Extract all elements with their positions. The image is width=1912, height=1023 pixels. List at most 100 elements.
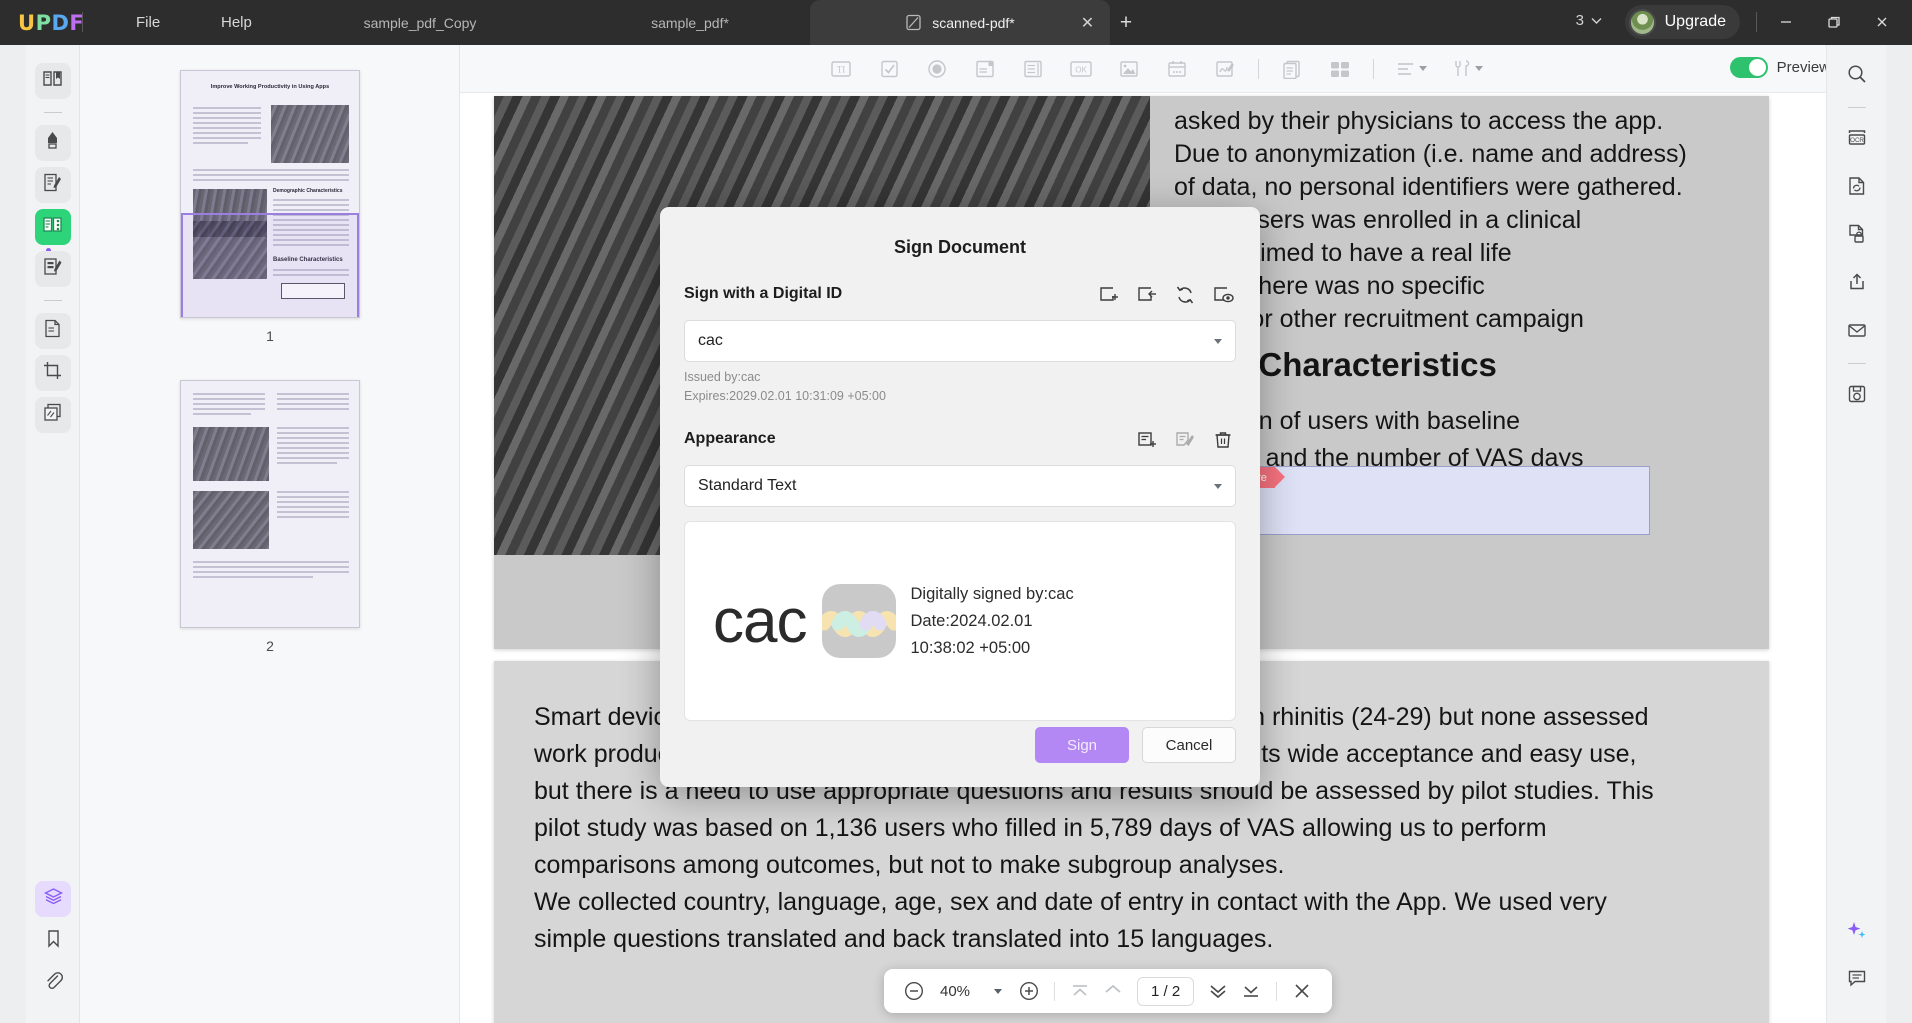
thumbnail-page-1[interactable]: Improve Working Productivity in Using Ap…: [80, 70, 459, 344]
sidebar-item-layers[interactable]: [35, 881, 71, 917]
protect-button[interactable]: [1838, 217, 1876, 255]
highlighter-icon: [42, 130, 63, 156]
menu-file[interactable]: File: [130, 12, 166, 33]
text-field-tool[interactable]: TI: [821, 52, 861, 86]
doc-line: asked by their physicians to access the …: [1174, 107, 1664, 135]
last-page-button[interactable]: [1236, 976, 1266, 1006]
dropdown-tool[interactable]: [965, 52, 1005, 86]
sidebar-item-attachments[interactable]: [35, 965, 71, 1001]
image-field-tool[interactable]: [1109, 52, 1149, 86]
page-thumbnail-panel[interactable]: Improve Working Productivity in Using Ap…: [80, 45, 460, 1023]
previous-page-button[interactable]: [1098, 976, 1128, 1006]
sidebar-item-organize-pages[interactable]: [34, 209, 71, 245]
preview-toggle[interactable]: Preview: [1729, 57, 1830, 78]
zoom-out-button[interactable]: [899, 976, 929, 1006]
upgrade-button[interactable]: Upgrade: [1624, 5, 1740, 39]
view-id-icon[interactable]: [1210, 282, 1236, 308]
bookmark-icon: [43, 928, 64, 954]
thumbnail-selection-box: [181, 213, 359, 317]
close-zoombar-button[interactable]: [1287, 976, 1317, 1006]
crop-icon: [42, 360, 63, 386]
add-appearance-icon[interactable]: [1134, 427, 1160, 453]
zoom-in-button[interactable]: [1014, 976, 1044, 1006]
radio-button-tool[interactable]: [917, 52, 957, 86]
maximize-button[interactable]: [1816, 9, 1852, 35]
updf-application-window: UPDF File Help sample_pdf_Copy sample_pd…: [0, 0, 1912, 1023]
signature-form-field[interactable]: Sign Here: [1210, 466, 1650, 535]
chevron-down-icon: [1214, 338, 1222, 344]
tab-scanned-pdf[interactable]: scanned-pdf* ✕: [810, 0, 1110, 45]
tab-sample-pdf[interactable]: sample_pdf*: [590, 0, 790, 45]
list-box-tool[interactable]: [1013, 52, 1053, 86]
sidebar-item-crop[interactable]: [34, 355, 71, 391]
refresh-id-icon[interactable]: [1172, 282, 1198, 308]
save-button[interactable]: [1838, 377, 1876, 415]
next-page-button[interactable]: [1203, 976, 1233, 1006]
left-edge-strip: [0, 45, 26, 1023]
sidebar-item-comment[interactable]: [34, 125, 71, 161]
updf-logo: UPDF: [18, 11, 85, 35]
doc-line: of data, no personal identifiers were ga…: [1174, 173, 1683, 201]
page-indicator[interactable]: 1 / 2: [1137, 976, 1195, 1006]
edit-pdf-icon: [42, 172, 63, 198]
checkbox-tool[interactable]: [869, 52, 909, 86]
title-bar: UPDF File Help sample_pdf_Copy sample_pd…: [0, 0, 1912, 45]
signature-preview: cac Digitally signed by:cac Date:2024.02…: [684, 521, 1236, 721]
create-id-icon[interactable]: [1096, 282, 1122, 308]
toolbar-divider-2: [1373, 58, 1374, 79]
sidebar-item-bookmarks[interactable]: [35, 923, 71, 959]
date-field-tool[interactable]: [1157, 52, 1197, 86]
zoom-level-value[interactable]: 40%: [932, 983, 978, 1000]
sidebar-item-page-tools[interactable]: [34, 313, 71, 349]
form-settings-tool[interactable]: [1443, 52, 1491, 86]
sign-button[interactable]: Sign: [1035, 727, 1129, 763]
compress-icon: [42, 402, 63, 428]
comments-panel-button[interactable]: [1838, 961, 1876, 999]
sidebar-item-prepare-form[interactable]: [34, 251, 71, 287]
tab-sample-pdf-copy[interactable]: sample_pdf_Copy: [310, 0, 530, 45]
digital-id-select[interactable]: cac: [684, 320, 1236, 362]
share-button[interactable]: [1838, 265, 1876, 303]
align-tool[interactable]: [1387, 52, 1435, 86]
search-button[interactable]: [1838, 57, 1876, 95]
signature-field-tool[interactable]: [1205, 52, 1245, 86]
window-close-button[interactable]: [1864, 9, 1900, 35]
left-rail-bottom-group: [26, 881, 80, 1007]
save-icon: [1846, 383, 1868, 410]
chevron-down-icon: [1474, 66, 1483, 71]
ai-assistant-button[interactable]: [1838, 913, 1876, 951]
sidebar-item-batch[interactable]: [34, 397, 71, 433]
signature-details: Digitally signed by:cac Date:2024.02.01 …: [910, 581, 1073, 662]
convert-button[interactable]: [1838, 169, 1876, 207]
page-properties-tool[interactable]: [1272, 52, 1312, 86]
thumbnail-heading-1: Demographic Characteristics: [273, 188, 343, 194]
toggle-switch[interactable]: [1729, 57, 1768, 78]
tab-count-value: 3: [1575, 12, 1584, 29]
minimize-button[interactable]: [1768, 9, 1804, 35]
email-button[interactable]: [1838, 313, 1876, 351]
tab-order-tool[interactable]: [1320, 52, 1360, 86]
preview-label: Preview: [1776, 59, 1830, 76]
cancel-button[interactable]: Cancel: [1142, 727, 1236, 763]
appearance-select[interactable]: Standard Text: [684, 465, 1236, 507]
push-button-tool[interactable]: OK: [1061, 52, 1101, 86]
tab-count-dropdown[interactable]: 3: [1576, 12, 1602, 29]
thumbnail-page-number: 2: [266, 638, 274, 654]
form-toolbar: TI OK Preview: [460, 45, 1852, 93]
zoom-dropdown-button[interactable]: [981, 976, 1011, 1006]
digital-id-value: cac: [698, 332, 723, 349]
right-rail-divider-2: [1847, 363, 1866, 364]
close-icon[interactable]: ✕: [1079, 14, 1096, 32]
sidebar-item-edit-pdf[interactable]: [34, 167, 71, 203]
thumbnail-image: [180, 380, 360, 628]
import-id-icon[interactable]: [1134, 282, 1160, 308]
thumbnail-page-2[interactable]: 2: [80, 380, 459, 654]
layers-icon: [43, 886, 64, 912]
new-tab-button[interactable]: +: [1114, 11, 1138, 35]
delete-appearance-icon[interactable]: [1210, 427, 1236, 453]
sidebar-item-reader[interactable]: [34, 63, 71, 99]
ocr-button[interactable]: OCR: [1838, 121, 1876, 159]
first-page-button[interactable]: [1065, 976, 1095, 1006]
menu-help[interactable]: Help: [215, 12, 258, 33]
page-layout-icon: [42, 214, 63, 240]
